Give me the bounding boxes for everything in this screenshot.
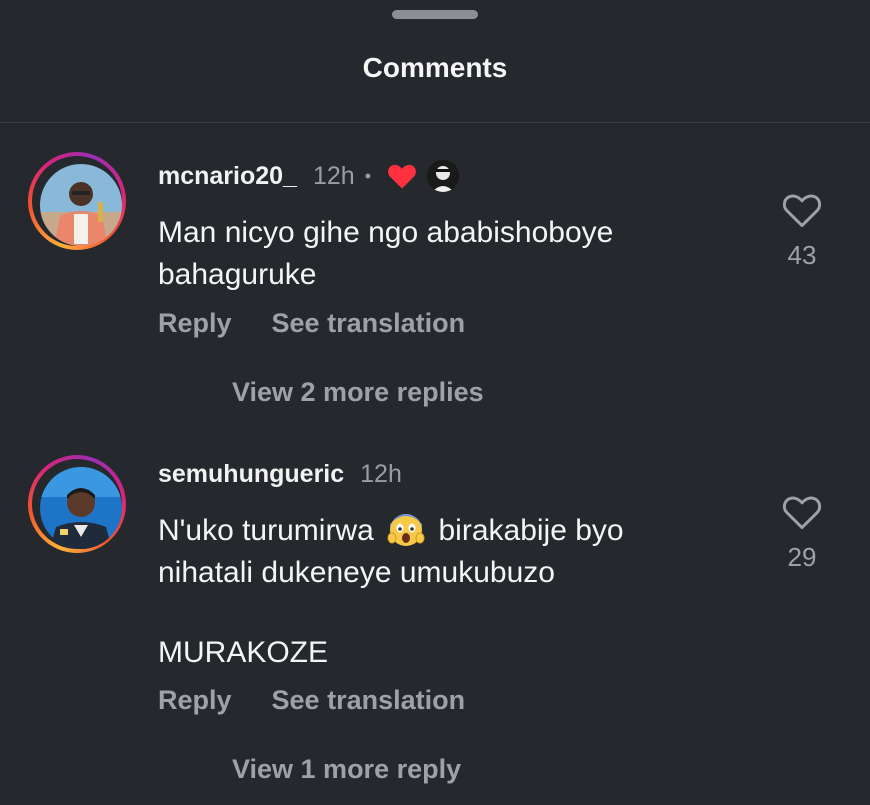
- author-liked-heart-icon: [387, 162, 417, 190]
- username-link[interactable]: mcnario20_: [158, 162, 297, 191]
- username-link[interactable]: semuhungueric: [158, 460, 344, 489]
- like-heart-icon[interactable]: [770, 494, 834, 530]
- timestamp: 12h: [360, 460, 402, 488]
- comment-text-line: nihatali dukeneye umukubuzo: [158, 556, 555, 589]
- comment-text: Man nicyo gihe ngo ababishoboye bahaguru…: [158, 212, 613, 296]
- author-avatar-icon: [425, 158, 461, 194]
- avatar-image: [40, 164, 122, 246]
- avatar[interactable]: [28, 455, 126, 553]
- comment-meta: semuhungueric 12h: [158, 460, 402, 489]
- like-column: 43: [770, 192, 834, 271]
- comment-text-line: N'uko turumirwa birakabije byo: [158, 508, 624, 552]
- like-count: 43: [787, 240, 817, 270]
- avatar-image: [40, 467, 122, 549]
- comment-meta: mcnario20_ 12h •: [158, 158, 461, 194]
- comment-text-line: Man nicyo gihe ngo ababishoboye: [158, 216, 614, 249]
- comment-text-line: MURAKOZE: [158, 636, 329, 669]
- comment-text-line: bahaguruke: [158, 258, 317, 291]
- face-screaming-in-fear-icon: [386, 508, 426, 548]
- like-column: 29: [770, 494, 834, 573]
- like-count: 29: [787, 542, 817, 572]
- avatar[interactable]: [28, 152, 126, 250]
- timestamp: 12h: [312, 161, 355, 190]
- reply-button[interactable]: Reply: [158, 685, 232, 716]
- comment-text: N'uko turumirwa birakabije byo nihatali …: [158, 508, 624, 674]
- see-translation-button[interactable]: See translation: [272, 308, 466, 339]
- like-heart-icon[interactable]: [770, 192, 834, 228]
- see-translation-button[interactable]: See translation: [272, 685, 466, 716]
- meta-separator: •: [364, 165, 371, 186]
- comment-actions: Reply See translation: [158, 685, 465, 716]
- sheet-title: Comments: [362, 52, 508, 83]
- reply-button[interactable]: Reply: [158, 308, 232, 339]
- comment-actions: Reply See translation: [158, 308, 465, 339]
- view-more-replies-button[interactable]: View 1 more reply: [232, 754, 461, 785]
- header-divider: [0, 122, 870, 123]
- sheet-grabber-handle[interactable]: [392, 10, 478, 19]
- view-more-replies-button[interactable]: View 2 more replies: [232, 377, 484, 408]
